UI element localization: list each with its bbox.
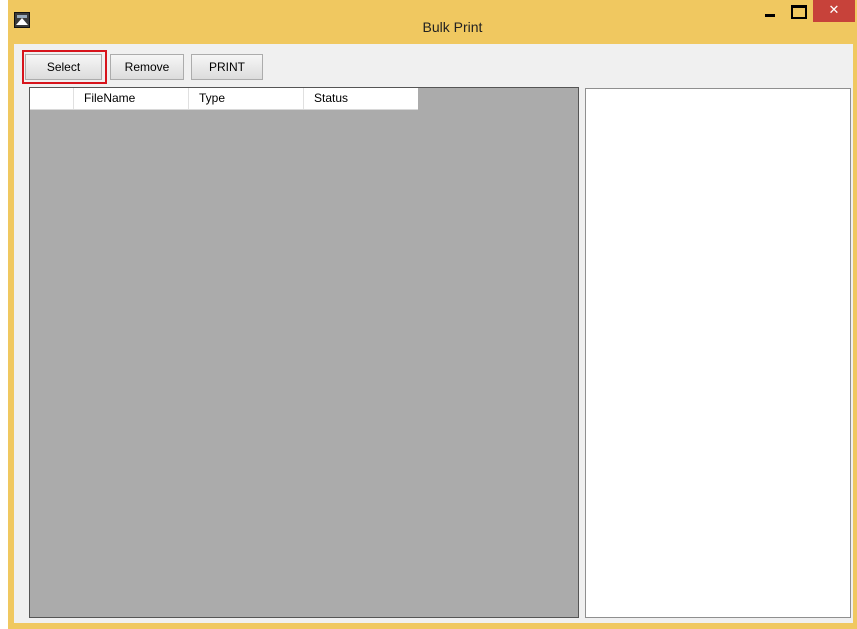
bulk-print-window: Bulk Print ✕ Select Remove PRINT FileNam…: [8, 0, 857, 629]
client-area: Select Remove PRINT FileName Type Status: [14, 44, 853, 623]
window-title: Bulk Print: [422, 19, 483, 35]
close-button[interactable]: ✕: [813, 0, 855, 22]
status-column-header[interactable]: Status: [304, 88, 418, 109]
window-bottom-border: [14, 623, 853, 629]
preview-panel: [585, 88, 851, 618]
print-button[interactable]: PRINT: [191, 54, 263, 80]
maximize-button[interactable]: [785, 0, 811, 22]
close-icon: ✕: [828, 3, 840, 18]
minimize-icon: [765, 14, 775, 17]
grid-header: FileName Type Status: [30, 88, 418, 110]
filename-column-header[interactable]: FileName: [74, 88, 189, 109]
minimize-button[interactable]: [757, 0, 783, 22]
file-grid[interactable]: FileName Type Status: [29, 87, 579, 618]
remove-button[interactable]: Remove: [110, 54, 184, 80]
maximize-icon: [791, 5, 807, 19]
type-column-header[interactable]: Type: [189, 88, 304, 109]
row-header-column[interactable]: [30, 88, 74, 109]
select-button[interactable]: Select: [25, 54, 102, 80]
title-bar[interactable]: Bulk Print ✕: [8, 0, 857, 44]
app-icon[interactable]: [14, 12, 30, 28]
